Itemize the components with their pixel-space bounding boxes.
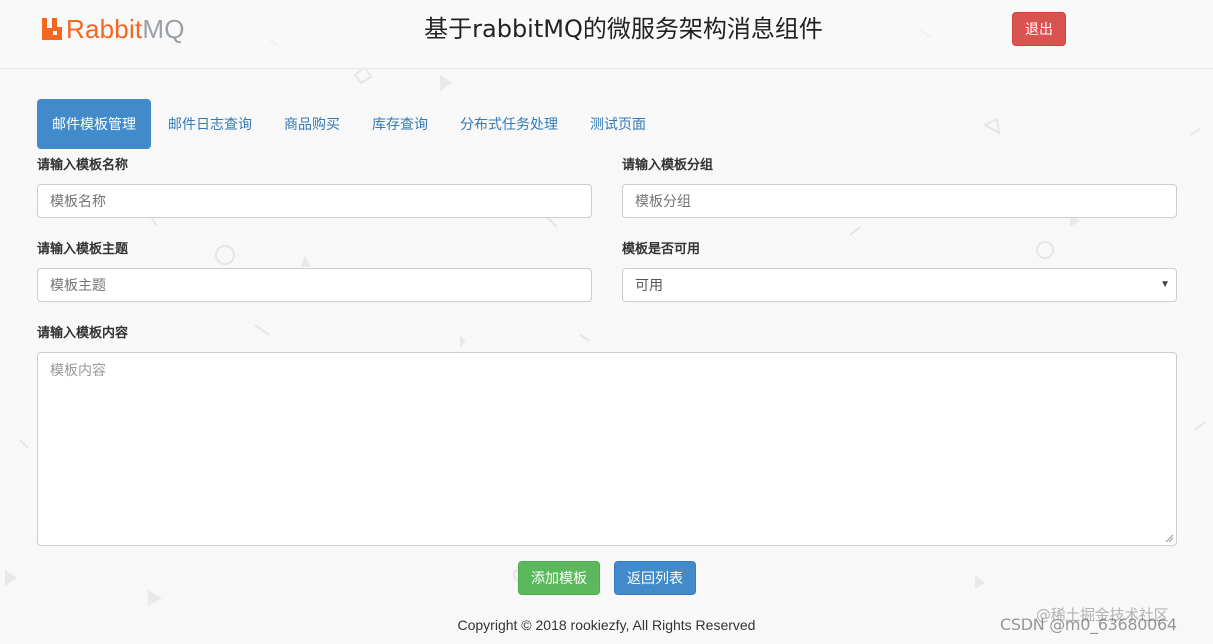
tab-inventory-query[interactable]: 库存查询 xyxy=(371,99,429,149)
template-group-input[interactable] xyxy=(622,184,1177,218)
template-enabled-selected-value: 可用 xyxy=(635,277,663,293)
resize-grip-icon[interactable] xyxy=(1165,534,1174,543)
dropdown-caret-icon: ▼ xyxy=(1160,279,1170,290)
template-content-label: 请输入模板内容 xyxy=(37,325,129,340)
watermark-csdn: CSDN @m0_63680064 xyxy=(1000,615,1177,634)
template-enabled-label: 模板是否可用 xyxy=(622,241,701,256)
tab-distributed-task[interactable]: 分布式任务处理 xyxy=(459,99,559,149)
tab-email-log-query[interactable]: 邮件日志查询 xyxy=(167,99,253,149)
top-header: Rabbit MQ 基于rabbitMQ的微服务架构消息组件 退出 xyxy=(0,0,1213,69)
template-group-label: 请输入模板分组 xyxy=(622,157,714,172)
tab-product-purchase[interactable]: 商品购买 xyxy=(283,99,341,149)
background-pattern xyxy=(5,29,1206,606)
template-subject-input[interactable] xyxy=(37,268,592,302)
template-content-placeholder: 模板内容 xyxy=(50,362,106,378)
tab-email-template-management[interactable]: 邮件模板管理 xyxy=(37,99,151,149)
template-enabled-select[interactable]: 可用 ▼ xyxy=(622,268,1177,302)
add-template-button[interactable]: 添加模板 xyxy=(518,561,600,595)
back-to-list-button[interactable]: 返回列表 xyxy=(614,561,696,595)
template-name-input[interactable] xyxy=(37,184,592,218)
template-subject-label: 请输入模板主题 xyxy=(37,241,129,256)
logout-button[interactable]: 退出 xyxy=(1012,12,1066,46)
tab-test-page[interactable]: 测试页面 xyxy=(589,99,647,149)
template-name-label: 请输入模板名称 xyxy=(37,157,129,172)
template-content-textarea[interactable]: 模板内容 xyxy=(37,352,1177,546)
